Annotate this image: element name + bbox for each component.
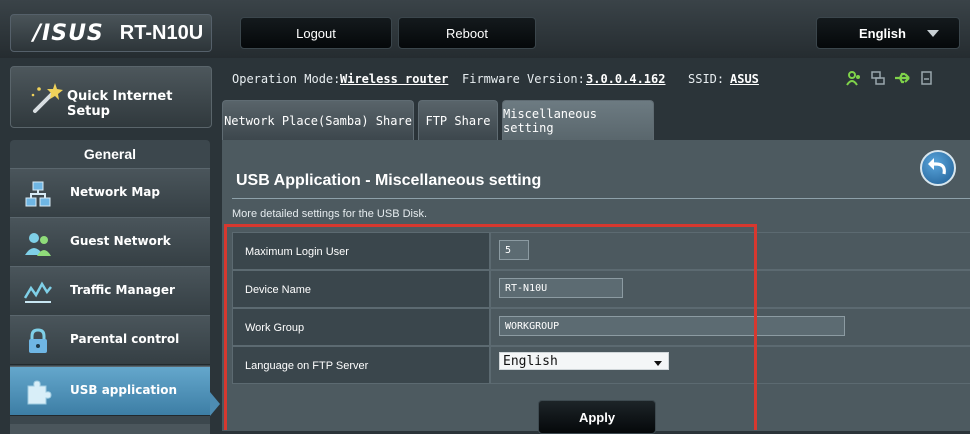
- max-login-user-input[interactable]: 5: [499, 240, 529, 260]
- operation-mode-label: Operation Mode:: [232, 72, 341, 86]
- row-value: WORKGROUP: [490, 308, 970, 346]
- magic-wand-icon: [31, 83, 63, 113]
- sidebar-item-traffic-manager[interactable]: Traffic Manager: [10, 266, 210, 316]
- row-label: Maximum Login User: [232, 232, 490, 270]
- tab-samba-share[interactable]: Network Place(Samba) Share: [222, 100, 414, 141]
- page-description: More detailed settings for the USB Disk.: [232, 208, 428, 220]
- language-select[interactable]: English: [816, 17, 960, 49]
- reboot-button[interactable]: Reboot: [398, 17, 536, 49]
- status-bar: Operation Mode: Wireless router Firmware…: [222, 58, 970, 100]
- sidebar-next-item: [10, 424, 210, 434]
- settings-panel: USB Application - Miscellaneous setting …: [222, 140, 970, 431]
- chevron-down-icon: [654, 361, 662, 366]
- model-name: RT-N10U: [119, 21, 204, 44]
- work-group-label: Work Group: [245, 322, 305, 334]
- max-login-user-label: Maximum Login User: [245, 246, 349, 258]
- back-button[interactable]: [920, 150, 956, 186]
- ftp-language-select[interactable]: English: [499, 352, 669, 370]
- language-label: English: [859, 26, 906, 41]
- sidebar-item-guest-network[interactable]: Guest Network: [10, 217, 210, 267]
- sidebar-section-title: General: [10, 140, 210, 169]
- tab-miscellaneous-setting[interactable]: Miscellaneous setting: [502, 100, 654, 141]
- row-label: Language on FTP Server: [232, 346, 490, 384]
- logo: /ISUS RT-N10U: [10, 14, 212, 52]
- ssid-value[interactable]: ASUS: [730, 72, 759, 86]
- usb-icon[interactable]: [894, 70, 912, 86]
- sidebar-item-label: Guest Network: [70, 234, 171, 248]
- clients-icon[interactable]: [846, 70, 862, 86]
- apply-button[interactable]: Apply: [538, 400, 656, 434]
- row-value: 5: [490, 232, 970, 270]
- guest-network-icon: [25, 233, 51, 256]
- sidebar-item-label: Traffic Manager: [70, 283, 175, 297]
- ftp-language-value: English: [503, 354, 558, 369]
- quick-internet-setup-label: Quick Internet Setup: [67, 89, 173, 119]
- puzzle-icon: [27, 380, 52, 405]
- sidebar-item-label: Network Map: [70, 185, 160, 199]
- ssid-label: SSID:: [688, 72, 725, 86]
- tab-ftp-share[interactable]: FTP Share: [418, 100, 498, 141]
- row-value: RT-N10U: [490, 270, 970, 308]
- printer-icon[interactable]: [920, 70, 934, 86]
- sidebar-item-parental-control[interactable]: Parental control: [10, 315, 210, 365]
- sidebar-item-network-map[interactable]: Network Map: [10, 168, 210, 218]
- row-label: Work Group: [232, 308, 490, 346]
- firmware-label: Firmware Version:: [462, 72, 585, 86]
- table-row: Language on FTP Server English: [232, 346, 970, 384]
- row-value: English: [490, 346, 970, 384]
- sidebar-item-label: Parental control: [70, 332, 180, 346]
- operation-mode-value[interactable]: Wireless router: [340, 72, 448, 86]
- brand-logo: /ISUS: [33, 20, 104, 46]
- device-name-label: Device Name: [245, 284, 312, 296]
- table-row: Work Group WORKGROUP: [232, 308, 970, 346]
- table-row: Device Name RT-N10U: [232, 270, 970, 308]
- sidebar-item-label: USB application: [70, 383, 178, 397]
- traffic-manager-icon: [24, 281, 52, 303]
- work-group-input[interactable]: WORKGROUP: [499, 316, 845, 336]
- page-title: USB Application - Miscellaneous setting: [236, 172, 542, 189]
- quick-internet-setup-button[interactable]: Quick Internet Setup: [10, 66, 212, 128]
- back-arrow-icon: [928, 158, 946, 175]
- chevron-down-icon: [927, 30, 939, 37]
- firmware-value[interactable]: 3.0.0.4.162: [586, 72, 665, 86]
- sidebar-item-usb-application[interactable]: USB application: [10, 366, 210, 416]
- network-icon[interactable]: [870, 70, 886, 86]
- active-item-pointer: [210, 392, 220, 416]
- lock-icon: [29, 328, 47, 353]
- table-row: Maximum Login User 5: [232, 232, 970, 270]
- logout-button[interactable]: Logout: [240, 17, 392, 49]
- title-divider: [232, 198, 970, 199]
- device-name-input[interactable]: RT-N10U: [499, 278, 623, 298]
- network-map-icon: [25, 181, 51, 207]
- row-label: Device Name: [232, 270, 490, 308]
- ftp-language-label: Language on FTP Server: [245, 360, 369, 372]
